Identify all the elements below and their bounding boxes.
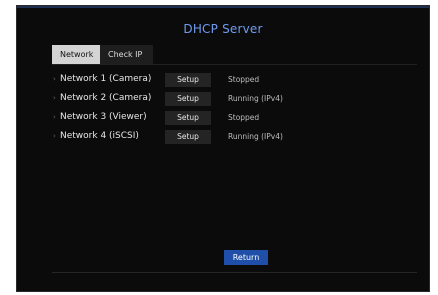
setup-button-network-1[interactable]: Setup xyxy=(165,73,211,87)
tab-bar: Network Check IP xyxy=(52,45,153,65)
dialog-title: DHCP Server xyxy=(183,22,263,36)
setup-button-network-3[interactable]: Setup xyxy=(165,111,211,125)
network-list: › Network 1 (Camera) Setup Stopped › Net… xyxy=(53,72,433,148)
network-row-2: › Network 2 (Camera) Setup Running (IPv4… xyxy=(53,91,433,110)
network-name: Network 3 (Viewer) xyxy=(60,112,147,122)
setup-button-network-2[interactable]: Setup xyxy=(165,92,211,106)
bullet-icon: › xyxy=(53,94,56,102)
tab-network[interactable]: Network xyxy=(52,45,100,65)
dhcp-server-dialog: DHCP Server Network Check IP › Network 1… xyxy=(16,5,430,292)
setup-button-network-4[interactable]: Setup xyxy=(165,130,211,144)
bullet-icon: › xyxy=(53,132,56,140)
tab-underline xyxy=(52,64,417,65)
network-status: Running (IPv4) xyxy=(228,132,283,141)
bullet-icon: › xyxy=(53,113,56,121)
network-name: Network 2 (Camera) xyxy=(60,93,152,103)
bullet-icon: › xyxy=(53,75,56,83)
network-status: Stopped xyxy=(228,75,260,84)
tab-check-ip[interactable]: Check IP xyxy=(100,45,153,65)
network-row-1: › Network 1 (Camera) Setup Stopped xyxy=(53,72,433,91)
top-border xyxy=(17,6,429,8)
footer-divider xyxy=(52,272,417,273)
network-row-4: › Network 4 (iSCSI) Setup Running (IPv4) xyxy=(53,129,433,148)
network-name: Network 4 (iSCSI) xyxy=(60,131,139,141)
network-name: Network 1 (Camera) xyxy=(60,74,152,84)
network-row-3: › Network 3 (Viewer) Setup Stopped xyxy=(53,110,433,129)
network-status: Running (IPv4) xyxy=(228,94,283,103)
network-status: Stopped xyxy=(228,113,260,122)
return-button[interactable]: Return xyxy=(224,250,268,265)
